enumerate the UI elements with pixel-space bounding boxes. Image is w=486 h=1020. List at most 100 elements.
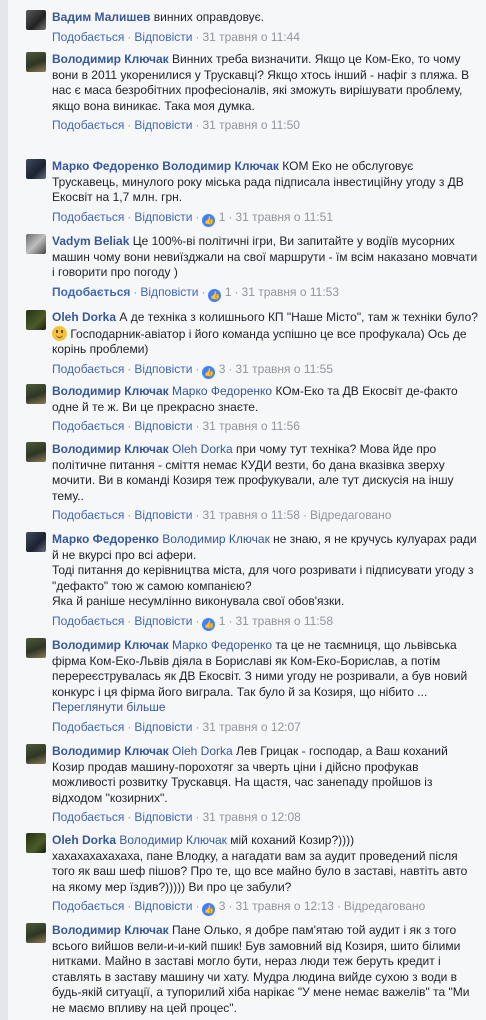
like-button[interactable]: Подобається — [52, 118, 124, 132]
comment-author[interactable]: Vadym Beliak — [52, 234, 129, 248]
comment-timestamp[interactable]: 31 травня о 11:44 — [202, 30, 300, 44]
mention-tag[interactable]: Марко Федоренко — [172, 384, 272, 398]
like-button[interactable]: Подобається — [52, 285, 130, 299]
reply-button[interactable]: Відповісти — [140, 285, 198, 299]
reply-button[interactable]: Відповісти — [134, 210, 192, 224]
comment: Володимир Ключак Винних треба визначити.… — [26, 52, 482, 132]
smile-emoji-icon — [52, 325, 67, 341]
reply-button[interactable]: Відповісти — [134, 899, 192, 913]
comment-actions: Подобається · Відповісти · 👍 1 · 31 травня о 1… — [52, 209, 333, 227]
avatar[interactable] — [26, 384, 46, 404]
comment-author[interactable]: Марко Федоренко — [52, 532, 159, 546]
comment-actions: Подобається · Відповісти · 👍 1 · 31 травня о 1… — [52, 284, 340, 302]
thumbs-up-icon[interactable]: 👍 — [202, 213, 216, 227]
avatar[interactable] — [26, 442, 46, 462]
thumbs-up-icon[interactable]: 👍 — [202, 617, 216, 631]
comment: Вадим Малишев винних оправдовує. Подобає… — [26, 10, 482, 44]
comment: Володимир Ключак Марко Федоренко КОм-Еко… — [26, 384, 482, 433]
comment-text-line3: Яка й раніше несумлінно виконувала свої … — [52, 594, 345, 608]
mention-tag[interactable]: Oleh Dorka — [172, 442, 233, 456]
comment-body: Володимир Ключак Винних треба визначити.… — [52, 52, 482, 114]
like-count[interactable]: 1 — [225, 285, 232, 299]
comment-actions: Подобається · Відповісти · 👍 3 · 31 травня о 1… — [52, 899, 426, 916]
mention-tag[interactable]: Oleh Dorka — [172, 744, 233, 758]
like-button[interactable]: Подобається — [52, 210, 124, 224]
like-button[interactable]: Подобається — [52, 810, 124, 824]
comment-text-line2: Тоді питання до керівництва міста, для ч… — [52, 563, 474, 593]
reply-button[interactable]: Відповісти — [134, 362, 192, 376]
avatar[interactable] — [26, 638, 46, 658]
comment-actions: Подобається · Відповісти · 31 травня о 11:58… — [52, 508, 392, 522]
comment-author[interactable]: Володимир Ключак — [52, 744, 169, 758]
comment-actions: Подобається · Відповісти · 👍 1 · 31 травня о 1… — [52, 613, 333, 631]
edited-label[interactable]: Відредаговано — [310, 508, 391, 522]
comment-body: Vadym Beliak Це 100%-ві політичні ігри, … — [52, 234, 482, 281]
avatar[interactable] — [26, 234, 46, 254]
avatar[interactable] — [26, 310, 46, 330]
comment-body: Вадим Малишев винних оправдовує. — [52, 10, 482, 26]
reply-button[interactable]: Відповісти — [134, 614, 192, 628]
thumbs-up-icon[interactable]: 👍 — [202, 903, 216, 916]
comment-timestamp[interactable]: 31 травня о 11:58 — [235, 614, 333, 628]
comment: Володимир Ключак Пане Олько, я добре пам… — [26, 923, 482, 1016]
avatar[interactable] — [26, 52, 46, 72]
reply-button[interactable]: Відповісти — [134, 30, 192, 44]
comment-timestamp[interactable]: 31 травня о 11:53 — [242, 285, 340, 299]
like-button[interactable]: Подобається — [52, 614, 124, 628]
comment-text-line2: хахахахахахаха, пане Влодку, а нагадати … — [52, 848, 468, 894]
comment-author[interactable]: Володимир Ключак — [52, 638, 169, 652]
comment-author[interactable]: Володимир Ключак — [52, 52, 169, 66]
like-button[interactable]: Подобається — [52, 899, 124, 913]
comment-timestamp[interactable]: 31 травня о 12:07 — [202, 720, 300, 734]
comment-author[interactable]: Oleh Dorka — [52, 310, 116, 324]
reply-button[interactable]: Відповісти — [134, 810, 192, 824]
mention-tag[interactable]: Володимир Ключак — [162, 532, 270, 546]
comment-author[interactable]: Вадим Малишев — [52, 10, 150, 24]
comment-body: Марко Федоренко Володимир Ключак КОМ Еко… — [52, 159, 482, 206]
comment-author[interactable]: Володимир Ключак — [52, 442, 169, 456]
edited-label[interactable]: Відредаговано — [344, 899, 425, 913]
comment-author[interactable]: Марко Федоренко — [52, 159, 159, 173]
comment-timestamp[interactable]: 31 травня о 11:58 — [202, 508, 300, 522]
comment-author[interactable]: Володимир Ключак — [52, 923, 169, 937]
comment-timestamp[interactable]: 31 травня о 12:08 — [202, 810, 300, 824]
comment-timestamp[interactable]: 31 травня о 11:55 — [235, 362, 333, 376]
comment-body: Марко Федоренко Володимир Ключак не знаю… — [52, 532, 482, 610]
comment: Володимир Ключак Марко Федоренко та це н… — [26, 638, 482, 734]
reply-button[interactable]: Відповісти — [134, 419, 192, 433]
see-more-link[interactable]: Переглянути більше — [52, 700, 166, 714]
comment-body: Володимир Ключак Oleh Dorka Лев Грицак -… — [52, 744, 482, 806]
thumbs-up-icon[interactable]: 👍 — [202, 365, 216, 379]
comment-author[interactable]: Володимир Ключак — [52, 384, 169, 398]
mention-tag[interactable]: Володимир Ключак — [119, 833, 227, 847]
comment-timestamp[interactable]: 31 травня о 11:51 — [235, 210, 333, 224]
like-button[interactable]: Подобається — [52, 362, 124, 376]
comment: Володимир Ключак Oleh Dorka Лев Грицак -… — [26, 744, 482, 824]
avatar[interactable] — [26, 10, 46, 30]
like-button[interactable]: Подобається — [52, 508, 124, 522]
avatar[interactable] — [26, 532, 46, 552]
mention-tag[interactable]: Марко Федоренко — [172, 638, 272, 652]
like-button[interactable]: Подобається — [52, 419, 124, 433]
reply-button[interactable]: Відповісти — [134, 720, 192, 734]
avatar[interactable] — [26, 833, 46, 853]
comment-timestamp[interactable]: 31 травня о 12:13 — [235, 899, 333, 913]
comment: Марко Федоренко Володимир Ключак не знаю… — [26, 532, 482, 631]
comment-actions: Подобається · Відповісти · 31 травня о 12:07 — [52, 719, 301, 734]
comment-timestamp[interactable]: 31 травня о 11:56 — [202, 419, 300, 433]
reply-button[interactable]: Відповісти — [134, 508, 192, 522]
like-button[interactable]: Подобається — [52, 30, 124, 44]
thumbs-up-icon[interactable]: 👍 — [208, 288, 222, 302]
comment: Vadym Beliak Це 100%-ві політичні ігри, … — [26, 234, 482, 302]
avatar[interactable] — [26, 159, 46, 179]
mention-tag[interactable]: Володимир Ключак — [162, 159, 279, 173]
comment-body: Володимир Ключак Марко Федоренко та це н… — [52, 638, 482, 716]
comment: Володимир Ключак Oleh Dorka при чому тут… — [26, 442, 482, 522]
avatar[interactable] — [26, 923, 46, 943]
comment: Oleh Dorka Володимир Ключак мій коханий … — [26, 833, 482, 916]
like-button[interactable]: Подобається — [52, 720, 124, 734]
comment-timestamp[interactable]: 31 травня о 11:50 — [202, 118, 300, 132]
reply-button[interactable]: Відповісти — [134, 118, 192, 132]
comment-author[interactable]: Oleh Dorka — [52, 833, 116, 847]
avatar[interactable] — [26, 744, 46, 764]
